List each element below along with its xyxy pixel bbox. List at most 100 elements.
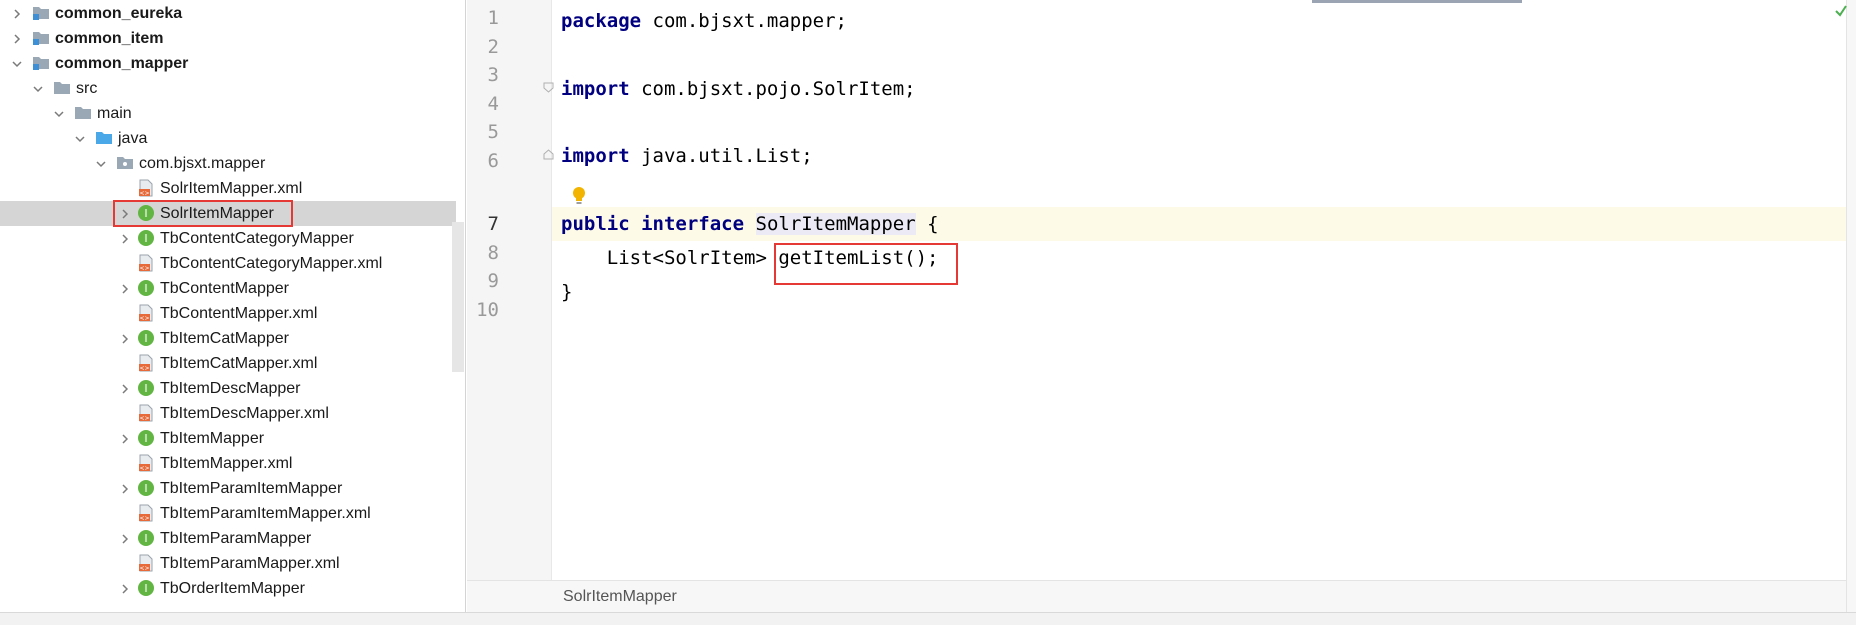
interface-name[interactable]: SolrItemMapper xyxy=(755,213,916,235)
chevron-right-icon[interactable] xyxy=(118,582,132,596)
chevron-down-icon[interactable] xyxy=(94,157,108,171)
tree-node[interactable]: I TbItemMapper xyxy=(0,426,456,451)
chevron-right-icon[interactable] xyxy=(10,7,24,21)
tree-node[interactable]: I TbItemDescMapper xyxy=(0,376,456,401)
xml-file-icon: <> xyxy=(137,254,155,272)
code-line-7: public interface SolrItemMapper { xyxy=(561,207,939,241)
tree-node[interactable]: common_eureka xyxy=(0,1,456,26)
chevron-right-icon[interactable] xyxy=(118,282,132,296)
tree-node[interactable]: I TbOrderItemMapper xyxy=(0,576,456,601)
code-text: { xyxy=(915,213,939,235)
tree-node[interactable]: <> TbItemParamItemMapper.xml xyxy=(0,501,456,526)
svg-text:I: I xyxy=(144,482,147,495)
xml-file-icon: <> xyxy=(137,404,155,422)
right-tool-stripe[interactable] xyxy=(1846,0,1856,612)
tree-node-label: TbItemCatMapper xyxy=(160,330,289,347)
tree-node-label: TbItemDescMapper xyxy=(160,380,301,397)
code-line-9: } xyxy=(561,275,572,309)
chevron-down-icon[interactable] xyxy=(10,57,24,71)
tree-node[interactable]: <> TbItemParamMapper.xml xyxy=(0,551,456,576)
chevron-right-icon[interactable] xyxy=(118,532,132,546)
tree-node[interactable]: I TbItemParamItemMapper xyxy=(0,476,456,501)
tree-node-label: TbContentMapper xyxy=(160,280,289,297)
tree-node[interactable]: I TbContentMapper xyxy=(0,276,456,301)
editor-tab-indicator xyxy=(1312,0,1522,3)
project-tree[interactable]: common_eureka common_item common_mappersrc… xyxy=(0,0,466,612)
tree-node-label: TbContentCategoryMapper.xml xyxy=(160,255,383,272)
chevron-right-icon[interactable] xyxy=(118,332,132,346)
tree-node-label: common_item xyxy=(55,30,164,47)
tree-node[interactable]: I TbItemCatMapper xyxy=(0,326,456,351)
check-icon[interactable] xyxy=(1834,4,1848,18)
xml-file-icon: <> xyxy=(137,304,155,322)
chevron-down-icon[interactable] xyxy=(31,82,45,96)
keyword: import xyxy=(561,145,630,167)
tree-node[interactable]: <> TbItemMapper.xml xyxy=(0,451,456,476)
svg-text:<>: <> xyxy=(139,515,149,522)
interface-icon: I xyxy=(137,379,155,397)
code-text: com.bjsxt.mapper; xyxy=(641,10,847,32)
tree-node[interactable]: <> TbContentCategoryMapper.xml xyxy=(0,251,456,276)
chevron-right-icon[interactable] xyxy=(118,232,132,246)
chevron-right-icon[interactable] xyxy=(118,432,132,446)
chevron-right-icon[interactable] xyxy=(118,382,132,396)
tree-node-label: TbItemParamMapper xyxy=(160,530,312,547)
breadcrumb-item[interactable]: SolrItemMapper xyxy=(563,581,677,613)
xml-file-icon: <> xyxy=(137,354,155,372)
svg-text:<>: <> xyxy=(139,365,149,372)
breadcrumb[interactable]: SolrItemMapper xyxy=(467,580,1847,612)
tree-node[interactable]: common_mapper xyxy=(0,51,456,76)
tree-node[interactable]: common_item xyxy=(0,26,456,51)
tree-node-label: common_eureka xyxy=(55,5,183,22)
svg-text:I: I xyxy=(144,532,147,545)
tree-node-label: TbContentCategoryMapper xyxy=(160,230,354,247)
code-editor[interactable]: 1 2 3 4 5 6 7 8 9 10 package com.bjsxt.m… xyxy=(467,0,1856,612)
tree-node[interactable]: <> SolrItemMapper.xml xyxy=(0,176,456,201)
module-folder-icon xyxy=(32,54,50,72)
chevron-right-icon[interactable] xyxy=(118,482,132,496)
xml-file-icon: <> xyxy=(137,179,155,197)
tree-node[interactable]: java xyxy=(0,126,456,151)
keyword: import xyxy=(561,78,630,100)
svg-text:I: I xyxy=(144,332,147,345)
chevron-right-icon[interactable] xyxy=(10,32,24,46)
tree-node[interactable]: com.bjsxt.mapper xyxy=(0,151,456,176)
tree-node-label: java xyxy=(118,130,148,147)
interface-icon: I xyxy=(137,429,155,447)
tree-node[interactable]: src xyxy=(0,76,456,101)
code-text: } xyxy=(561,281,573,303)
line-gutter[interactable]: 1 2 3 4 5 6 7 8 9 10 xyxy=(467,0,552,580)
code-line-1: package com.bjsxt.mapper; xyxy=(561,4,847,38)
tree-node-label: TbContentMapper.xml xyxy=(160,305,318,322)
tree-scrollbar[interactable] xyxy=(452,222,464,372)
tree-node-label: src xyxy=(76,80,98,97)
svg-text:<>: <> xyxy=(139,415,149,422)
tree-node-label: TbItemDescMapper.xml xyxy=(160,405,329,422)
tree-node-label: TbItemCatMapper.xml xyxy=(160,355,318,372)
code-text: List<SolrItem> xyxy=(561,247,779,269)
folder-icon xyxy=(74,104,92,122)
chevron-down-icon[interactable] xyxy=(73,132,87,146)
interface-icon: I xyxy=(137,479,155,497)
fold-marker-icon[interactable] xyxy=(543,82,554,93)
svg-text:I: I xyxy=(144,382,147,395)
fold-marker-icon[interactable] xyxy=(543,149,554,160)
tree-node[interactable]: main xyxy=(0,101,456,126)
svg-text:<>: <> xyxy=(139,190,149,197)
tree-node[interactable]: I TbItemParamMapper xyxy=(0,526,456,551)
tree-node-label: com.bjsxt.mapper xyxy=(139,155,266,172)
tree-node[interactable]: <> TbItemCatMapper.xml xyxy=(0,351,456,376)
tree-node[interactable]: I SolrItemMapper xyxy=(0,200,456,227)
folder-icon xyxy=(53,79,71,97)
tree-node-label: main xyxy=(97,105,132,122)
package-icon xyxy=(116,154,134,172)
svg-text:I: I xyxy=(144,432,147,445)
tree-node[interactable]: <> TbItemDescMapper.xml xyxy=(0,401,456,426)
tree-node[interactable]: I TbContentCategoryMapper xyxy=(0,226,456,251)
svg-text:I: I xyxy=(144,232,147,245)
svg-text:<>: <> xyxy=(139,465,149,472)
lightbulb-icon[interactable] xyxy=(570,186,588,206)
chevron-down-icon[interactable] xyxy=(52,107,66,121)
tree-node[interactable]: <> TbContentMapper.xml xyxy=(0,301,456,326)
interface-icon: I xyxy=(137,529,155,547)
